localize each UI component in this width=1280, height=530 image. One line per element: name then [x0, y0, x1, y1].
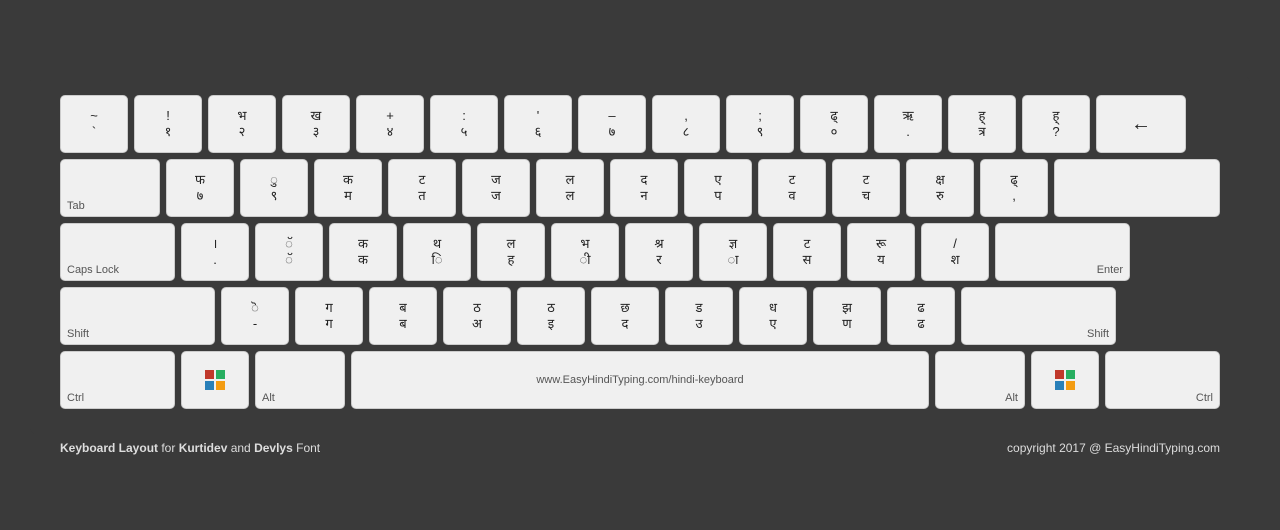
key-f[interactable]: थ ि: [403, 223, 471, 281]
key-o[interactable]: ट व: [758, 159, 826, 217]
key-r[interactable]: ट त: [388, 159, 456, 217]
key-win-right[interactable]: [1031, 351, 1099, 409]
key-extra[interactable]: ह् ?: [1022, 95, 1090, 153]
key-6[interactable]: ' ६: [504, 95, 572, 153]
key-m[interactable]: ड उ: [665, 287, 733, 345]
key-ctrl-right[interactable]: Ctrl: [1105, 351, 1220, 409]
key-1[interactable]: ! १: [134, 95, 202, 153]
key-equals[interactable]: ह् त्र: [948, 95, 1016, 153]
windows-logo-left: [205, 370, 225, 390]
key-2[interactable]: भ २: [208, 95, 276, 153]
key-v[interactable]: ठ अ: [443, 287, 511, 345]
key-5[interactable]: : ५: [430, 95, 498, 153]
key-l[interactable]: ट स: [773, 223, 841, 281]
key-ctrl-left[interactable]: Ctrl: [60, 351, 175, 409]
key-3[interactable]: ख ३: [282, 95, 350, 153]
key-backtick[interactable]: ~ `: [60, 95, 128, 153]
key-0[interactable]: ढ् ०: [800, 95, 868, 153]
keyboard-row-5: Ctrl Alt www.EasyHindiTyping.com/hindi-k…: [60, 351, 1220, 409]
key-e[interactable]: क म: [314, 159, 382, 217]
key-d[interactable]: क क: [329, 223, 397, 281]
key-j[interactable]: श्र र: [625, 223, 693, 281]
key-win-left[interactable]: [181, 351, 249, 409]
footer-left-text: Keyboard Layout for Kurtidev and Devlys …: [60, 441, 320, 455]
key-y[interactable]: ल ल: [536, 159, 604, 217]
key-z[interactable]: ॆ -: [221, 287, 289, 345]
key-backspace[interactable]: ←: [1096, 95, 1186, 153]
footer: Keyboard Layout for Kurtidev and Devlys …: [30, 435, 1250, 455]
key-g[interactable]: ल ह: [477, 223, 545, 281]
key-minus[interactable]: ऋ .: [874, 95, 942, 153]
key-enter[interactable]: Enter: [995, 223, 1130, 281]
key-caps-lock[interactable]: Caps Lock: [60, 223, 175, 281]
key-tab[interactable]: Tab: [60, 159, 160, 217]
key-s[interactable]: ॅ ॅ: [255, 223, 323, 281]
key-8[interactable]: , ८: [652, 95, 720, 153]
key-h[interactable]: भ ी: [551, 223, 619, 281]
windows-logo-right: [1055, 370, 1075, 390]
key-rbracket[interactable]: ढ् ,: [980, 159, 1048, 217]
key-b[interactable]: ठ इ: [517, 287, 585, 345]
keyboard-row-3: Caps Lock । . ॅ ॅ क क थ ि ल ह भ ी श्र र: [60, 223, 1220, 281]
key-alt-right[interactable]: Alt: [935, 351, 1025, 409]
key-x[interactable]: ग ग: [295, 287, 363, 345]
key-q[interactable]: फ ७: [166, 159, 234, 217]
keyboard-row-4: Shift ॆ - ग ग ब ब ठ अ ठ इ छ द ड उ: [60, 287, 1220, 345]
key-9[interactable]: ; ९: [726, 95, 794, 153]
key-i[interactable]: ए प: [684, 159, 752, 217]
key-quote[interactable]: / श: [921, 223, 989, 281]
key-period[interactable]: झ ण: [813, 287, 881, 345]
space-bar-label: www.EasyHindiTyping.com/hindi-keyboard: [536, 374, 743, 386]
key-comma[interactable]: ध ए: [739, 287, 807, 345]
key-lbracket[interactable]: क्ष रु: [906, 159, 974, 217]
key-p[interactable]: ट च: [832, 159, 900, 217]
key-slash[interactable]: ढ ढ: [887, 287, 955, 345]
key-k[interactable]: ज्ञ ा: [699, 223, 767, 281]
key-shift-right[interactable]: Shift: [961, 287, 1116, 345]
key-semicolon[interactable]: रू य: [847, 223, 915, 281]
key-shift-left[interactable]: Shift: [60, 287, 215, 345]
footer-right-text: copyright 2017 @ EasyHindiTyping.com: [1007, 441, 1220, 455]
key-7[interactable]: – ७: [578, 95, 646, 153]
key-c[interactable]: ब ब: [369, 287, 437, 345]
key-a[interactable]: । .: [181, 223, 249, 281]
keyboard-row-1: ~ ` ! १ भ २ ख ३ + ४ : ५ ' ६ – ७: [60, 95, 1220, 153]
key-n[interactable]: छ द: [591, 287, 659, 345]
key-w[interactable]: ु ९: [240, 159, 308, 217]
key-alt-left[interactable]: Alt: [255, 351, 345, 409]
keyboard-row-2: Tab फ ७ ु ९ क म ट त ज ज ल ल द न: [60, 159, 1220, 217]
key-t[interactable]: ज ज: [462, 159, 530, 217]
key-enter-top[interactable]: [1054, 159, 1220, 217]
key-u[interactable]: द न: [610, 159, 678, 217]
key-4[interactable]: + ४: [356, 95, 424, 153]
key-space[interactable]: www.EasyHindiTyping.com/hindi-keyboard: [351, 351, 929, 409]
